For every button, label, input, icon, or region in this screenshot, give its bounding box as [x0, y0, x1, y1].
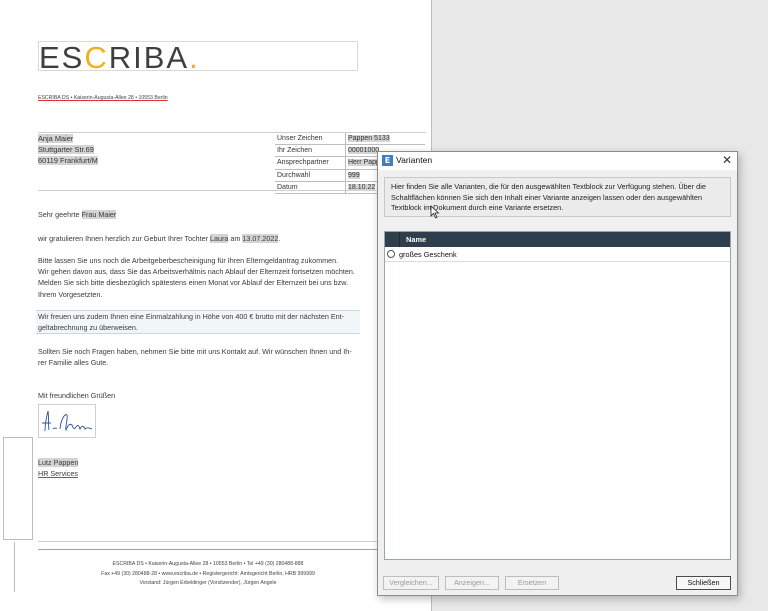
paragraph-employment[interactable]: Bitte lassen Sie uns noch die Arbeitgebe… [38, 255, 356, 300]
variants-list[interactable]: Name großes Geschenk [384, 231, 731, 560]
congratulation-paragraph[interactable]: wir gratulieren Ihnen herzlich zur Gebur… [38, 233, 356, 244]
margin-frame [3, 437, 33, 540]
escriba-app-icon: E [382, 155, 393, 166]
meta-row: Unser Zeichen Pappen 5133 [275, 133, 425, 146]
close-icon[interactable]: ✕ [722, 153, 732, 167]
list-item[interactable]: großes Geschenk [385, 247, 730, 262]
recipient-city[interactable]: 60119 Frankfurt/M [38, 156, 98, 166]
list-header: Name [385, 232, 730, 247]
variant-label: großes Geschenk [399, 249, 457, 259]
escriba-logo: ESCRIBA. [39, 40, 200, 75]
footer-divider [38, 549, 378, 550]
salutation[interactable]: Sehr geehrte Frau Maier [38, 209, 356, 220]
sender-line: ESCRIBA DS • Kaiserin-Augusta-Allee 28 •… [38, 95, 168, 101]
show-button[interactable]: Anzeigen... [445, 576, 499, 590]
signer-name[interactable]: Lutz Pappen [38, 457, 356, 468]
radio-button[interactable] [387, 250, 395, 258]
dialog-title: Varianten [396, 155, 433, 165]
footer-frame-top [38, 541, 378, 542]
logo-frame: ESCRIBA. [38, 40, 358, 75]
paragraph-questions[interactable]: Sollten Sie noch Fragen haben, nehmen Si… [38, 346, 356, 368]
closing[interactable]: Mit freundlichen Grüßen [38, 390, 356, 401]
selected-textblock[interactable]: Wir freuen uns zudem Ihnen eine Einmalza… [36, 310, 360, 335]
replace-button[interactable]: Ersetzen [505, 576, 559, 590]
signature-icon [42, 410, 93, 432]
mouse-cursor-icon [430, 205, 440, 219]
recipient-address: Anja Maier Stuttgarter Str.69 60119 Fran… [38, 133, 270, 167]
compare-button[interactable]: Vergleichen... [383, 576, 439, 590]
signature-image [38, 404, 96, 438]
document-page: ESCRIBA. ESCRIBA DS • Kaiserin-Augusta-A… [0, 0, 432, 611]
recipient-street[interactable]: Stuttgarter Str.69 [38, 145, 94, 155]
selection-column-header [385, 232, 400, 247]
margin-frame-lower [14, 542, 35, 592]
dialog-titlebar[interactable]: E Varianten ✕ [378, 152, 737, 170]
column-header-name[interactable]: Name [400, 232, 426, 247]
footer: ESCRIBA DS • Kaiserin-Augusta-Allee 28 •… [101, 561, 315, 587]
signer-department[interactable]: HR Services [38, 468, 356, 479]
close-button[interactable]: Schließen [676, 576, 731, 590]
recipient-name[interactable]: Anja Maier [38, 134, 74, 143]
